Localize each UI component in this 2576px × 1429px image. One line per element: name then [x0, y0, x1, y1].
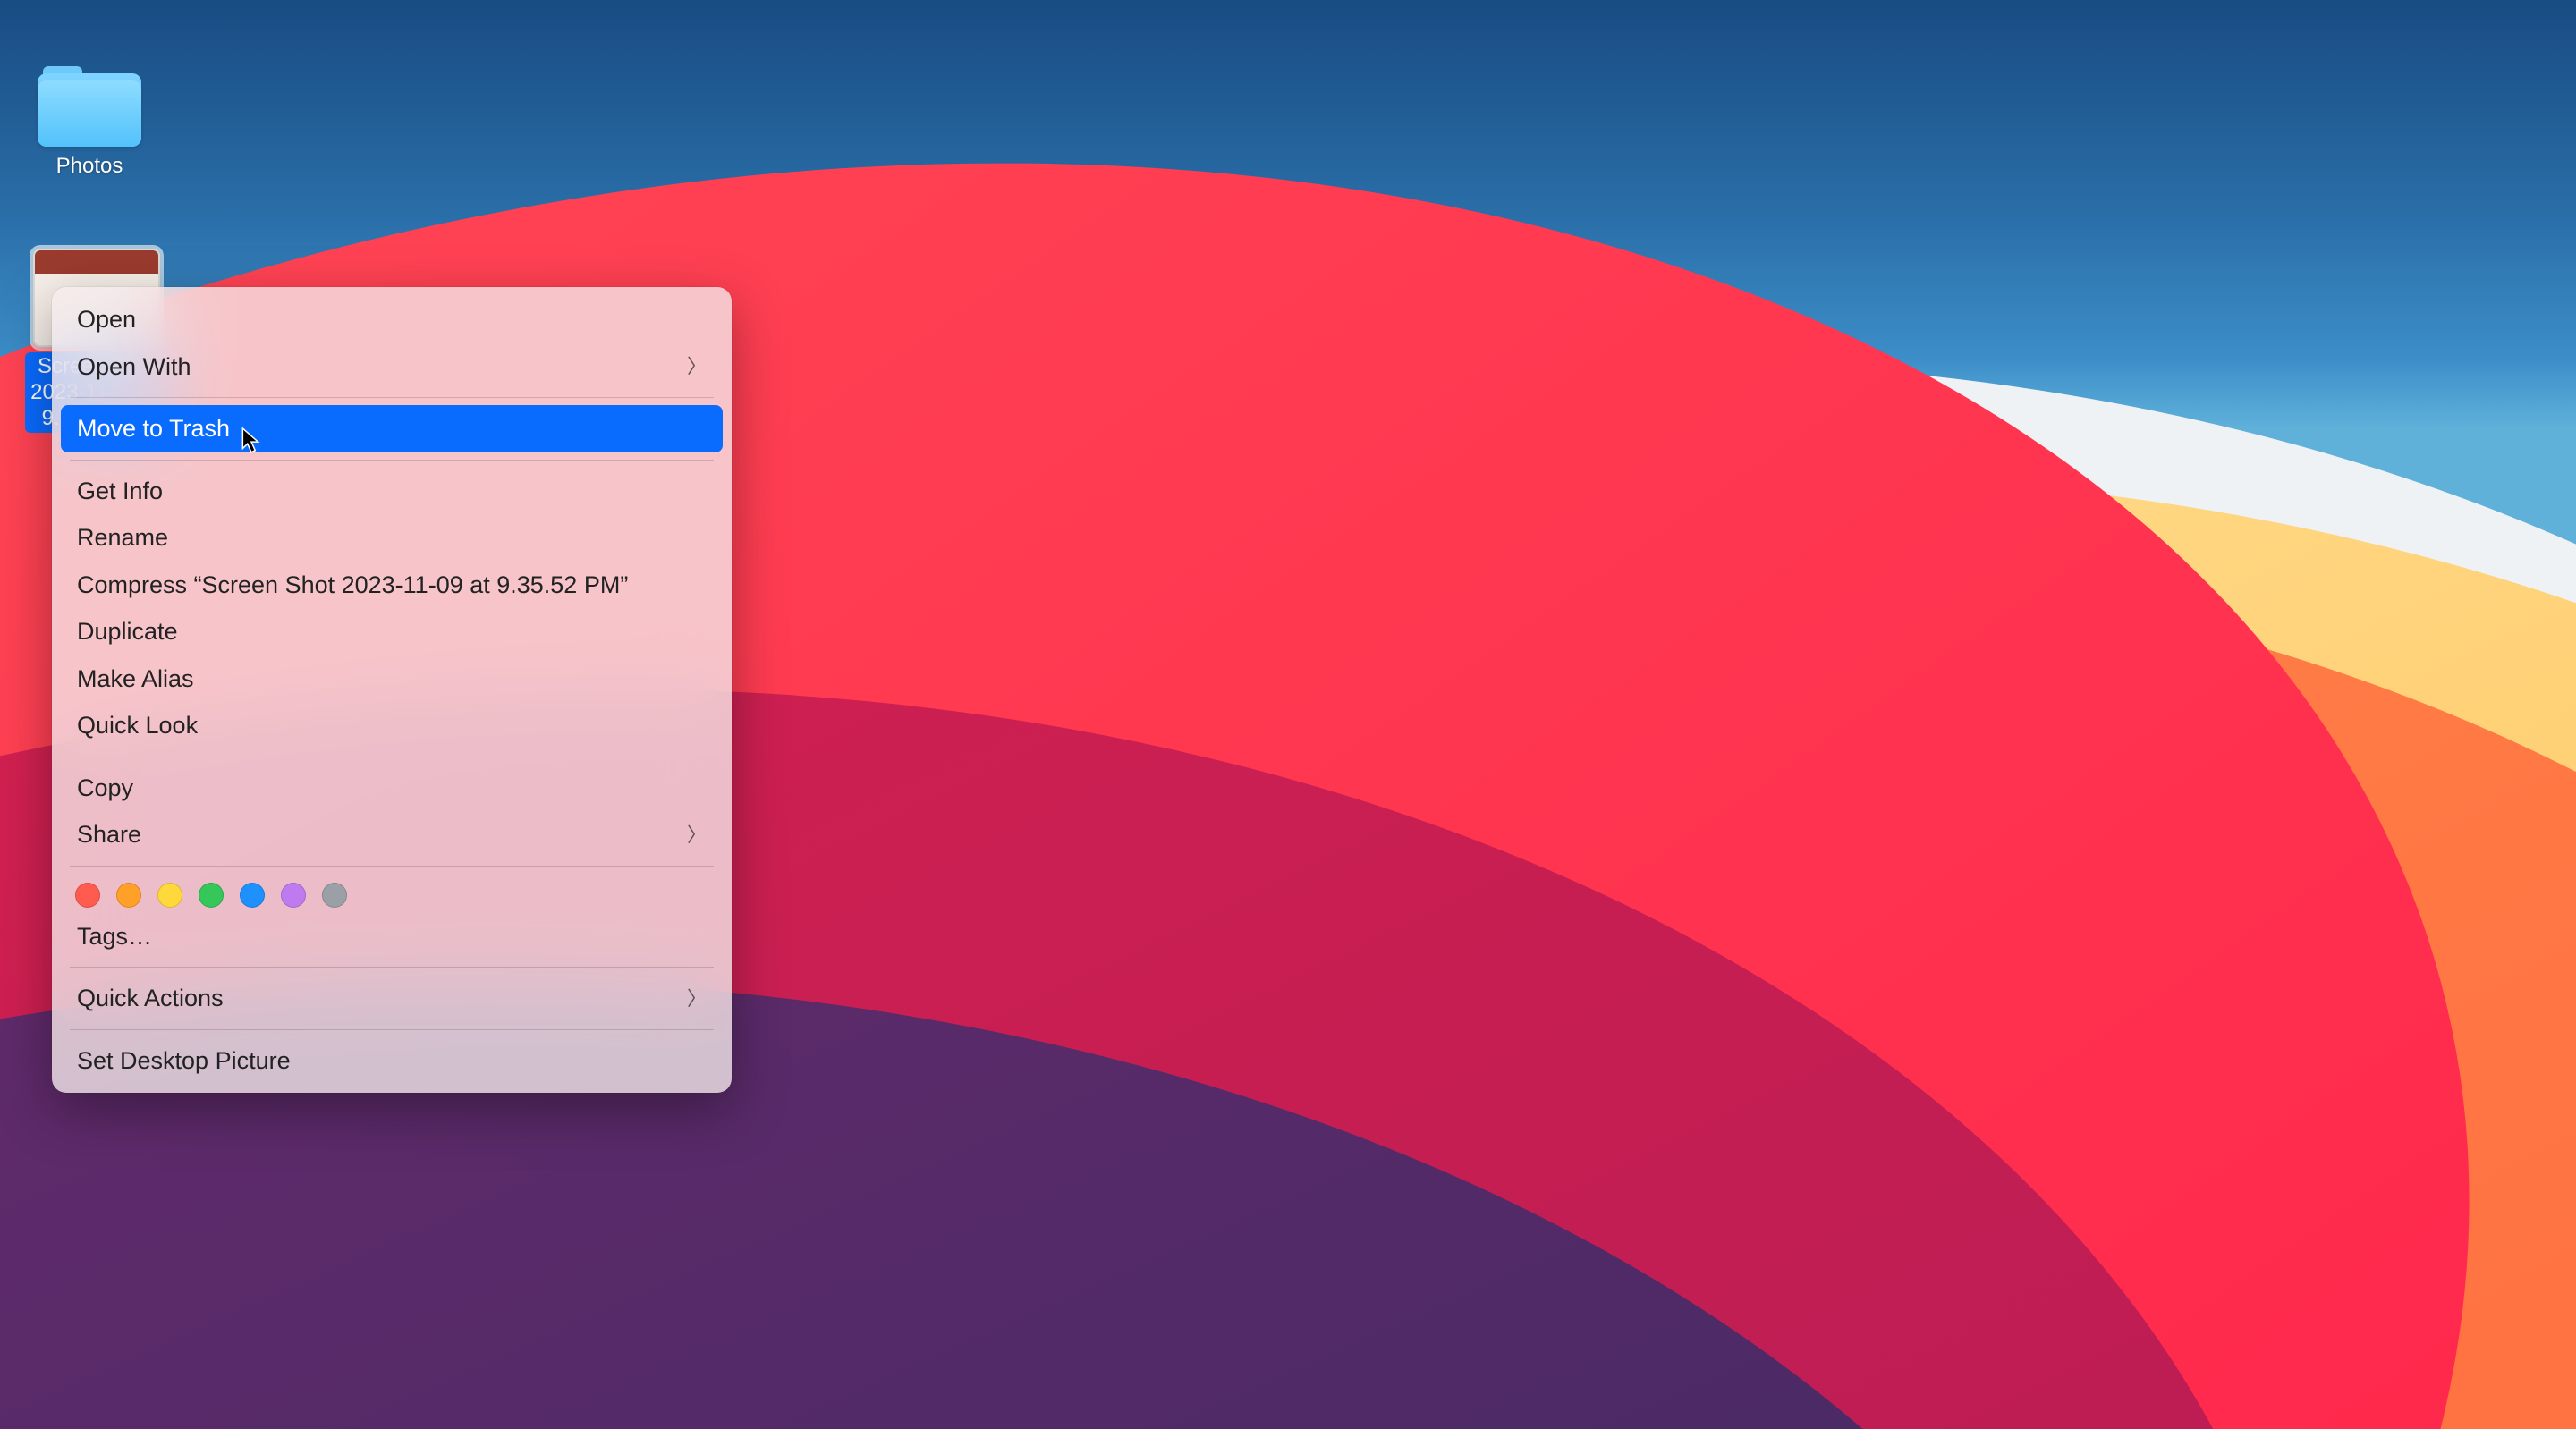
menu-item-get-info[interactable]: Get Info	[61, 468, 723, 515]
menu-item-label: Duplicate	[77, 613, 178, 650]
menu-item-label: Quick Look	[77, 707, 198, 744]
chevron-right-icon: 〉	[687, 820, 707, 850]
tag-blue[interactable]	[240, 883, 265, 908]
menu-item-label: Quick Actions	[77, 980, 224, 1017]
menu-separator	[70, 866, 714, 867]
menu-item-share[interactable]: Share 〉	[61, 811, 723, 858]
menu-item-label: Set Desktop Picture	[77, 1043, 291, 1079]
menu-item-label: Compress “Screen Shot 2023-11-09 at 9.35…	[77, 567, 628, 604]
tag-green[interactable]	[199, 883, 224, 908]
tag-red[interactable]	[75, 883, 100, 908]
tag-orange[interactable]	[116, 883, 141, 908]
tag-yellow[interactable]	[157, 883, 182, 908]
context-menu: Open Open With 〉 Move to Trash Get Info …	[52, 287, 732, 1093]
menu-item-open-with[interactable]: Open With 〉	[61, 343, 723, 391]
menu-item-label: Rename	[77, 520, 168, 556]
tag-gray[interactable]	[322, 883, 347, 908]
folder-icon	[38, 66, 141, 147]
menu-item-label: Tags…	[77, 918, 152, 955]
menu-item-quick-look[interactable]: Quick Look	[61, 702, 723, 749]
chevron-right-icon: 〉	[687, 984, 707, 1013]
menu-item-compress[interactable]: Compress “Screen Shot 2023-11-09 at 9.35…	[61, 562, 723, 609]
chevron-right-icon: 〉	[687, 351, 707, 381]
menu-item-label: Get Info	[77, 473, 163, 510]
menu-item-duplicate[interactable]: Duplicate	[61, 608, 723, 655]
desktop-folder-label: Photos	[51, 152, 129, 182]
menu-item-tags[interactable]: Tags…	[61, 913, 723, 960]
menu-item-rename[interactable]: Rename	[61, 514, 723, 562]
menu-item-make-alias[interactable]: Make Alias	[61, 655, 723, 703]
tag-color-row	[61, 874, 723, 913]
tag-purple[interactable]	[281, 883, 306, 908]
menu-separator	[70, 967, 714, 968]
menu-item-set-desktop-picture[interactable]: Set Desktop Picture	[61, 1037, 723, 1085]
menu-separator	[70, 460, 714, 461]
menu-item-label: Copy	[77, 770, 133, 807]
menu-item-label: Move to Trash	[77, 410, 230, 447]
menu-item-quick-actions[interactable]: Quick Actions 〉	[61, 975, 723, 1022]
menu-separator	[70, 397, 714, 398]
menu-item-label: Make Alias	[77, 661, 194, 698]
menu-item-label: Open With	[77, 349, 191, 385]
menu-item-move-to-trash[interactable]: Move to Trash	[61, 405, 723, 452]
menu-item-open[interactable]: Open	[61, 296, 723, 343]
menu-item-label: Open	[77, 301, 136, 338]
menu-item-label: Share	[77, 816, 141, 853]
menu-separator	[70, 1029, 714, 1030]
menu-item-copy[interactable]: Copy	[61, 765, 723, 812]
desktop-folder-photos[interactable]: Photos	[18, 66, 161, 182]
